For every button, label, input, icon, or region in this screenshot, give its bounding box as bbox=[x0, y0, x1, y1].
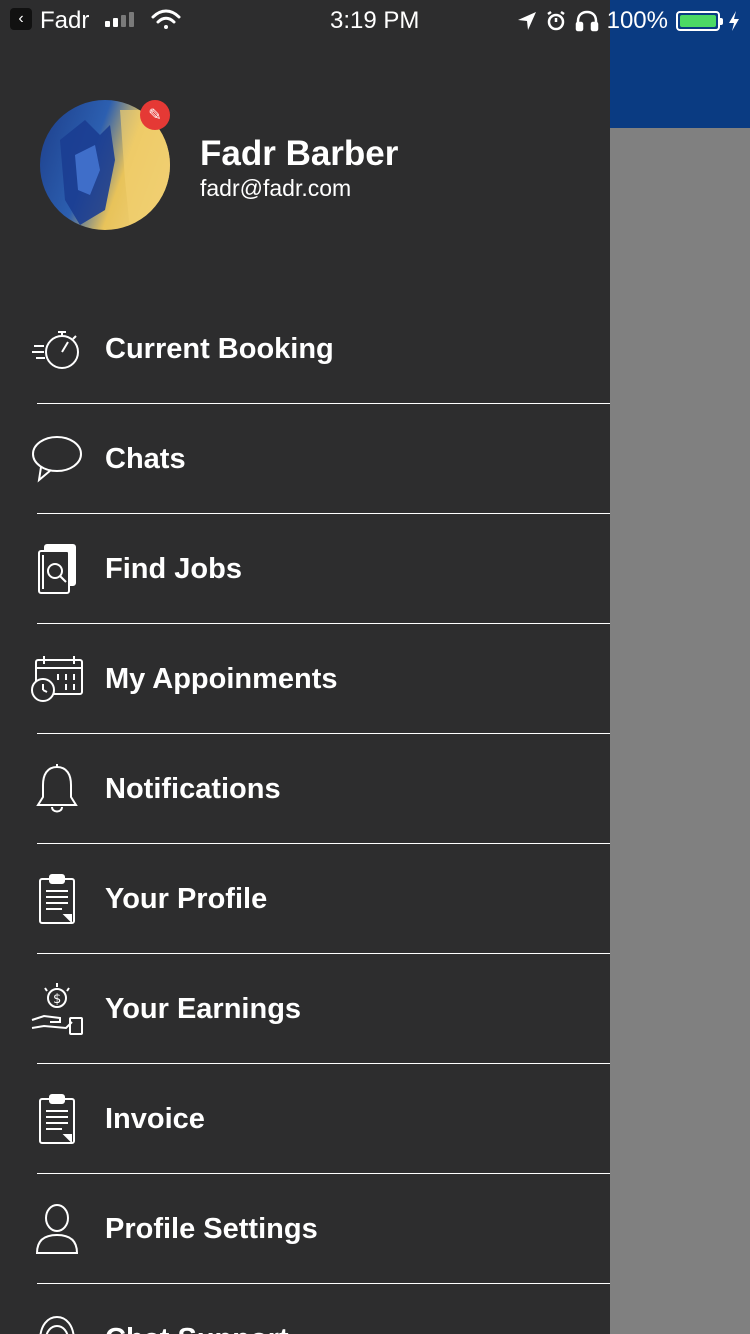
user-icon bbox=[30, 1202, 84, 1256]
location-arrow-icon bbox=[517, 11, 537, 31]
battery-percentage: 100% bbox=[606, 7, 668, 34]
status-time: 3:19 PM bbox=[330, 7, 420, 34]
alarm-icon bbox=[545, 10, 567, 32]
back-arrow-icon: ‹ bbox=[10, 8, 32, 30]
stopwatch-icon bbox=[30, 322, 84, 376]
status-bar: ‹ Fadr 3:19 PM 100% bbox=[0, 0, 750, 40]
menu-item-chats[interactable]: Chats bbox=[0, 404, 610, 514]
navigation-drawer: ✎ Fadr Barber fadr@fadr.com Current Book… bbox=[0, 0, 610, 1334]
svg-text:$: $ bbox=[53, 992, 61, 1007]
bell-icon bbox=[30, 762, 84, 816]
chat-bubble-icon bbox=[30, 432, 84, 486]
drawer-menu: Current Booking Chats Find Jobs My Appoi… bbox=[0, 294, 610, 1334]
profile-name: Fadr Barber bbox=[200, 134, 399, 173]
cellular-signal-icon bbox=[105, 12, 134, 27]
back-app-label: Fadr bbox=[40, 7, 90, 34]
status-right-group: 100% bbox=[517, 7, 740, 35]
profile-avatar-container[interactable]: ✎ bbox=[40, 100, 170, 230]
menu-item-label: Invoice bbox=[105, 1102, 205, 1135]
menu-item-label: Profile Settings bbox=[105, 1212, 318, 1245]
menu-item-label: Your Profile bbox=[105, 882, 268, 915]
menu-item-profile-settings[interactable]: Profile Settings bbox=[0, 1174, 610, 1284]
menu-item-label: My Appoinments bbox=[105, 662, 338, 695]
menu-item-my-appointments[interactable]: My Appoinments bbox=[0, 624, 610, 734]
calendar-clock-icon bbox=[30, 652, 84, 706]
menu-item-chat-support[interactable]: Chat Support bbox=[0, 1284, 610, 1334]
wifi-icon bbox=[150, 8, 182, 32]
headphones-icon bbox=[575, 10, 599, 32]
back-to-app-button[interactable]: ‹ bbox=[10, 8, 32, 30]
menu-item-notifications[interactable]: Notifications bbox=[0, 734, 610, 844]
menu-item-label: Find Jobs bbox=[105, 552, 242, 585]
document-search-icon bbox=[30, 542, 84, 596]
menu-item-label: Chats bbox=[105, 442, 186, 475]
menu-item-current-booking[interactable]: Current Booking bbox=[0, 294, 610, 404]
menu-item-label: Your Earnings bbox=[105, 992, 302, 1025]
headset-icon bbox=[30, 1312, 84, 1334]
menu-item-your-profile[interactable]: Your Profile bbox=[0, 844, 610, 954]
menu-item-your-earnings[interactable]: $ Your Earnings bbox=[0, 954, 610, 1064]
pencil-icon: ✎ bbox=[148, 107, 162, 124]
profile-email: fadr@fadr.com bbox=[200, 175, 352, 201]
clipboard-icon bbox=[30, 872, 84, 926]
battery-icon bbox=[676, 11, 723, 31]
menu-item-label: Notifications bbox=[105, 772, 281, 805]
menu-item-label: Chat Support bbox=[105, 1323, 289, 1334]
menu-item-find-jobs[interactable]: Find Jobs bbox=[0, 514, 610, 624]
edit-avatar-button[interactable]: ✎ bbox=[140, 100, 170, 130]
clipboard-icon bbox=[30, 1092, 84, 1146]
money-hand-icon: $ bbox=[30, 982, 84, 1036]
menu-item-label: Current Booking bbox=[105, 332, 334, 365]
charging-bolt-icon bbox=[728, 10, 740, 32]
menu-item-invoice[interactable]: Invoice bbox=[0, 1064, 610, 1174]
